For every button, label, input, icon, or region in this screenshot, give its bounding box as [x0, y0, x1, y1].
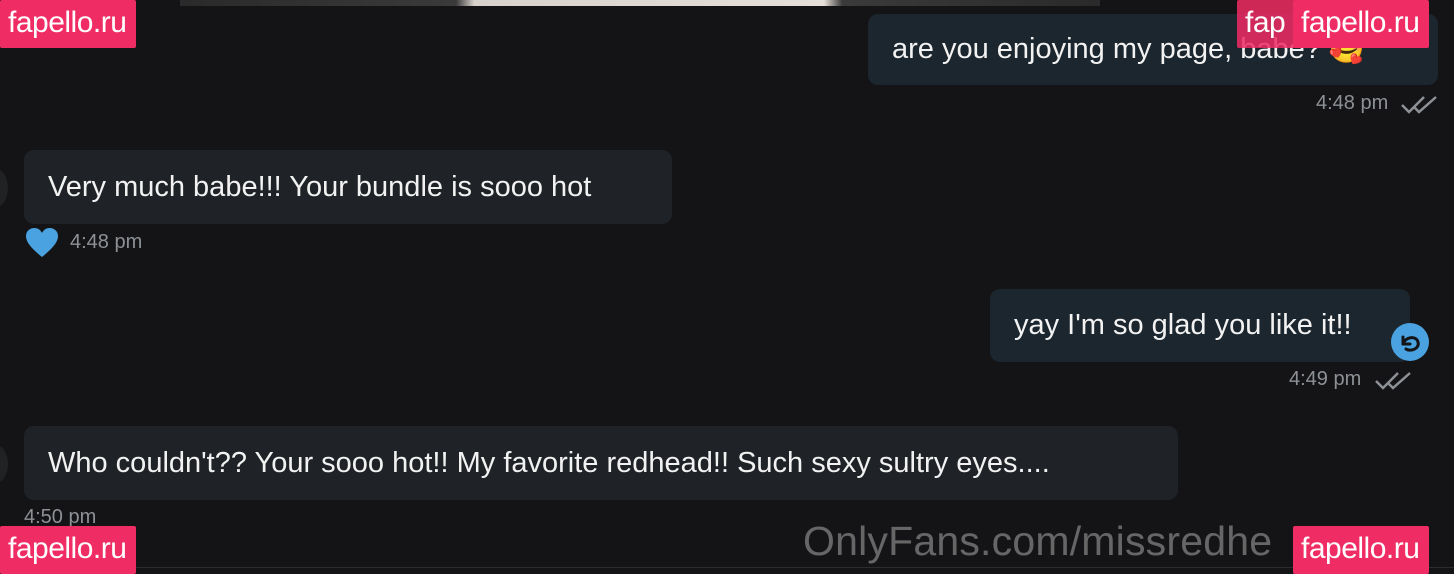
undo-reply-icon[interactable]: [1390, 322, 1430, 362]
divider: [0, 567, 1454, 568]
message-bubble-incoming[interactable]: Very much babe!!! Your bundle is sooo ho…: [24, 150, 672, 224]
message-bubble-incoming[interactable]: Who couldn't?? Your sooo hot!! My favori…: [24, 426, 1178, 500]
message-time: 4:48 pm: [1316, 92, 1389, 114]
message-time: 4:49 pm: [1289, 368, 1362, 390]
overlay-url-text: OnlyFans.com/missredhe: [803, 518, 1273, 564]
message-time: 4:48 pm: [70, 231, 143, 253]
avatar[interactable]: [0, 444, 8, 484]
watermark-bottom-left: fapello.ru: [0, 526, 137, 574]
heart-icon[interactable]: [25, 227, 59, 259]
watermark-top-left: fapello.ru: [0, 0, 137, 48]
message-text: Who couldn't?? Your sooo hot!! My favori…: [48, 446, 1050, 479]
watermark-top-right-ghost: fap: [1237, 0, 1296, 48]
double-check-icon: [1401, 96, 1437, 114]
image-preview-strip: [180, 0, 1100, 6]
message-bubble-outgoing[interactable]: yay I'm so glad you like it!!: [990, 289, 1410, 362]
watermark-top-right: fapello.ru: [1293, 0, 1430, 48]
double-check-icon: [1375, 372, 1411, 390]
watermark-bottom-right: fapello.ru: [1293, 526, 1430, 574]
avatar[interactable]: [0, 168, 8, 208]
message-text: yay I'm so glad you like it!!: [1014, 309, 1352, 341]
message-text: Very much babe!!! Your bundle is sooo ho…: [48, 170, 592, 203]
